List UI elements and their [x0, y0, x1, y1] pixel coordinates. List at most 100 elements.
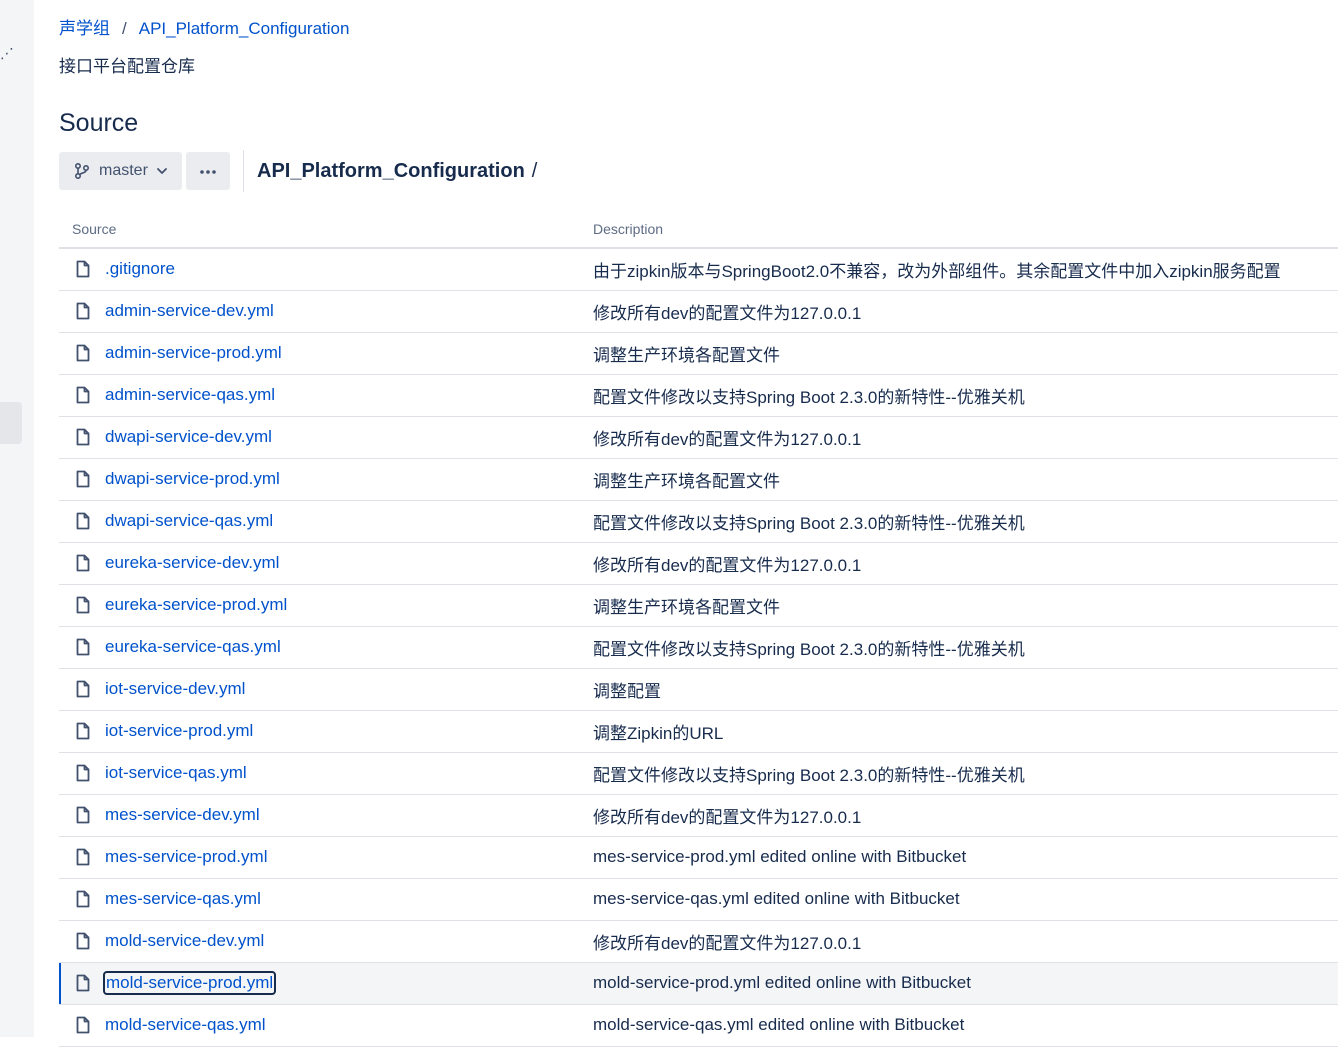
- file-description: mold-service-prod.yml edited online with…: [593, 962, 1338, 1005]
- file-description: 修改所有dev的配置文件为127.0.0.1: [593, 794, 1338, 837]
- branch-selector-button[interactable]: master: [59, 152, 182, 190]
- file-link[interactable]: mold-service-dev.yml: [105, 931, 264, 951]
- file-link[interactable]: mes-service-qas.yml: [105, 889, 261, 909]
- file-row[interactable]: eureka-service-dev.yml 修改所有dev的配置文件为127.0…: [59, 542, 1338, 585]
- file-name-wrapper: mes-service-prod.yml: [75, 847, 593, 867]
- file-row[interactable]: iot-service-prod.yml 调整Zipkin的URL: [59, 710, 1338, 753]
- file-name-wrapper: admin-service-prod.yml: [75, 343, 593, 363]
- file-row[interactable]: mes-service-qas.yml mes-service-qas.yml e…: [59, 878, 1338, 921]
- file-link[interactable]: iot-service-dev.yml: [105, 679, 245, 699]
- file-name-cell: mes-service-dev.yml: [59, 794, 593, 837]
- main-content: 声学组 / API_Platform_Configuration 接口平台配置仓…: [59, 0, 1338, 1047]
- file-link[interactable]: iot-service-qas.yml: [105, 763, 247, 783]
- branch-icon: [73, 162, 91, 180]
- file-row[interactable]: admin-service-prod.yml 调整生产环境各配置文件: [59, 332, 1338, 375]
- file-icon: [75, 848, 91, 866]
- file-row[interactable]: .gitignore 由于zipkin版本与SpringBoot2.0不兼容，改为…: [59, 248, 1338, 291]
- file-description: 修改所有dev的配置文件为127.0.0.1: [593, 290, 1338, 333]
- file-name-wrapper: dwapi-service-dev.yml: [75, 427, 593, 447]
- breadcrumb: 声学组 / API_Platform_Configuration: [59, 17, 349, 41]
- file-name-cell: admin-service-prod.yml: [59, 332, 593, 375]
- file-name-cell: admin-service-qas.yml: [59, 374, 593, 417]
- file-link[interactable]: eureka-service-qas.yml: [105, 637, 281, 657]
- file-icon: [75, 260, 91, 278]
- toolbar-divider: [243, 150, 244, 192]
- file-link[interactable]: dwapi-service-dev.yml: [105, 427, 272, 447]
- file-description: 修改所有dev的配置文件为127.0.0.1: [593, 920, 1338, 963]
- file-description: 调整配置: [593, 668, 1338, 711]
- file-row[interactable]: dwapi-service-dev.yml 修改所有dev的配置文件为127.0.…: [59, 416, 1338, 459]
- file-icon: [75, 722, 91, 740]
- page-title: Source: [59, 109, 139, 137]
- file-link[interactable]: mold-service-qas.yml: [105, 1015, 266, 1035]
- sidebar-strip: ⋰: [0, 0, 34, 1037]
- branch-name: master: [99, 162, 148, 179]
- file-row[interactable]: admin-service-dev.yml 修改所有dev的配置文件为127.0.…: [59, 290, 1338, 333]
- file-row[interactable]: eureka-service-qas.yml 配置文件修改以支持Spring Bo…: [59, 626, 1338, 669]
- file-description: 调整Zipkin的URL: [593, 710, 1338, 753]
- file-link[interactable]: dwapi-service-prod.yml: [105, 469, 280, 489]
- file-description: 由于zipkin版本与SpringBoot2.0不兼容，改为外部组件。其余配置文…: [593, 248, 1338, 291]
- file-row[interactable]: admin-service-qas.yml 配置文件修改以支持Spring Boo…: [59, 374, 1338, 417]
- more-actions-button[interactable]: [186, 152, 230, 190]
- file-link[interactable]: mold-service-prod.yml: [102, 971, 277, 995]
- file-row[interactable]: iot-service-qas.yml 配置文件修改以支持Spring Boot …: [59, 752, 1338, 795]
- file-icon: [75, 890, 91, 908]
- file-name-cell: eureka-service-dev.yml: [59, 542, 593, 585]
- file-table: Source Description .gitignore 由于zipkin版本与…: [59, 210, 1338, 1047]
- more-icon: [199, 162, 217, 180]
- file-name-wrapper: mold-service-dev.yml: [75, 931, 593, 951]
- file-name-cell: iot-service-prod.yml: [59, 710, 593, 753]
- file-link[interactable]: eureka-service-dev.yml: [105, 553, 279, 573]
- file-row[interactable]: mold-service-dev.yml 修改所有dev的配置文件为127.0.0…: [59, 920, 1338, 963]
- file-link[interactable]: dwapi-service-qas.yml: [105, 511, 273, 531]
- file-row[interactable]: mes-service-dev.yml 修改所有dev的配置文件为127.0.0.…: [59, 794, 1338, 837]
- file-table-body: .gitignore 由于zipkin版本与SpringBoot2.0不兼容，改为…: [59, 248, 1338, 1047]
- source-toolbar: master API_Platform_Configuration /: [59, 150, 538, 192]
- file-link[interactable]: admin-service-dev.yml: [105, 301, 274, 321]
- file-icon: [75, 428, 91, 446]
- file-description: 配置文件修改以支持Spring Boot 2.3.0的新特性--优雅关机: [593, 500, 1338, 543]
- file-name-wrapper: eureka-service-dev.yml: [75, 553, 593, 573]
- file-name-wrapper: iot-service-prod.yml: [75, 721, 593, 741]
- file-row[interactable]: mold-service-prod.yml mold-service-prod.y…: [59, 962, 1338, 1005]
- file-link[interactable]: mes-service-prod.yml: [105, 847, 267, 867]
- file-name-wrapper: dwapi-service-prod.yml: [75, 469, 593, 489]
- file-name-wrapper: eureka-service-qas.yml: [75, 637, 593, 657]
- file-name-cell: mes-service-prod.yml: [59, 836, 593, 879]
- sidebar-more-icon[interactable]: ⋰: [0, 46, 14, 60]
- file-row[interactable]: dwapi-service-qas.yml 配置文件修改以支持Spring Boo…: [59, 500, 1338, 543]
- file-name-cell: mes-service-qas.yml: [59, 878, 593, 921]
- file-row[interactable]: iot-service-dev.yml 调整配置: [59, 668, 1338, 711]
- file-link[interactable]: .gitignore: [105, 259, 175, 279]
- file-description: mold-service-qas.yml edited online with …: [593, 1004, 1338, 1047]
- file-link[interactable]: admin-service-qas.yml: [105, 385, 275, 405]
- file-name-cell: mold-service-qas.yml: [59, 1004, 593, 1047]
- breadcrumb-project-link[interactable]: 声学组: [59, 17, 110, 41]
- file-link[interactable]: eureka-service-prod.yml: [105, 595, 287, 615]
- file-link[interactable]: admin-service-prod.yml: [105, 343, 282, 363]
- column-header-description: Description: [593, 210, 1338, 249]
- file-link[interactable]: iot-service-prod.yml: [105, 721, 253, 741]
- path-separator: /: [531, 159, 538, 182]
- file-row[interactable]: mes-service-prod.yml mes-service-prod.yml…: [59, 836, 1338, 879]
- file-name-cell: eureka-service-prod.yml: [59, 584, 593, 627]
- path-repo-root[interactable]: API_Platform_Configuration: [257, 160, 525, 182]
- file-table-header: Source Description: [59, 210, 1338, 249]
- file-description: 修改所有dev的配置文件为127.0.0.1: [593, 542, 1338, 585]
- sidebar-resize-handle[interactable]: [0, 402, 22, 444]
- file-name-wrapper: mold-service-qas.yml: [75, 1015, 593, 1035]
- file-row[interactable]: dwapi-service-prod.yml 调整生产环境各配置文件: [59, 458, 1338, 501]
- breadcrumb-repo-link[interactable]: API_Platform_Configuration: [139, 17, 350, 41]
- file-icon: [75, 386, 91, 404]
- file-description: 调整生产环境各配置文件: [593, 458, 1338, 501]
- file-link[interactable]: mes-service-dev.yml: [105, 805, 260, 825]
- file-description: 调整生产环境各配置文件: [593, 584, 1338, 627]
- file-row[interactable]: mold-service-qas.yml mold-service-qas.yml…: [59, 1004, 1338, 1047]
- file-icon: [75, 470, 91, 488]
- file-row[interactable]: eureka-service-prod.yml 调整生产环境各配置文件: [59, 584, 1338, 627]
- file-description: 配置文件修改以支持Spring Boot 2.3.0的新特性--优雅关机: [593, 752, 1338, 795]
- file-icon: [75, 1016, 91, 1034]
- file-description: mes-service-prod.yml edited online with …: [593, 836, 1338, 879]
- breadcrumb-separator: /: [122, 19, 127, 38]
